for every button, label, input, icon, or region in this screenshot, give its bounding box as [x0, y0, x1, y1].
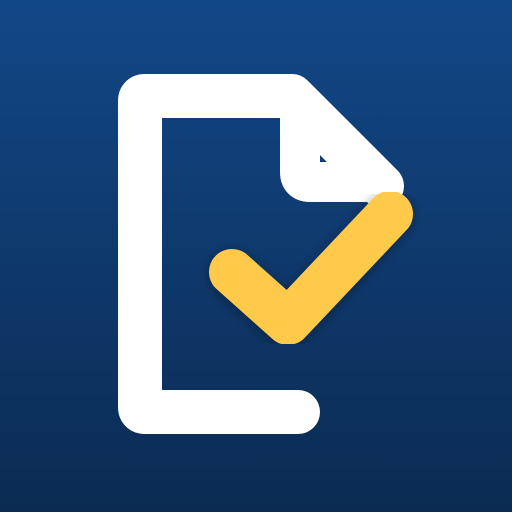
document-check-icon — [0, 0, 512, 512]
app-icon — [0, 0, 512, 512]
